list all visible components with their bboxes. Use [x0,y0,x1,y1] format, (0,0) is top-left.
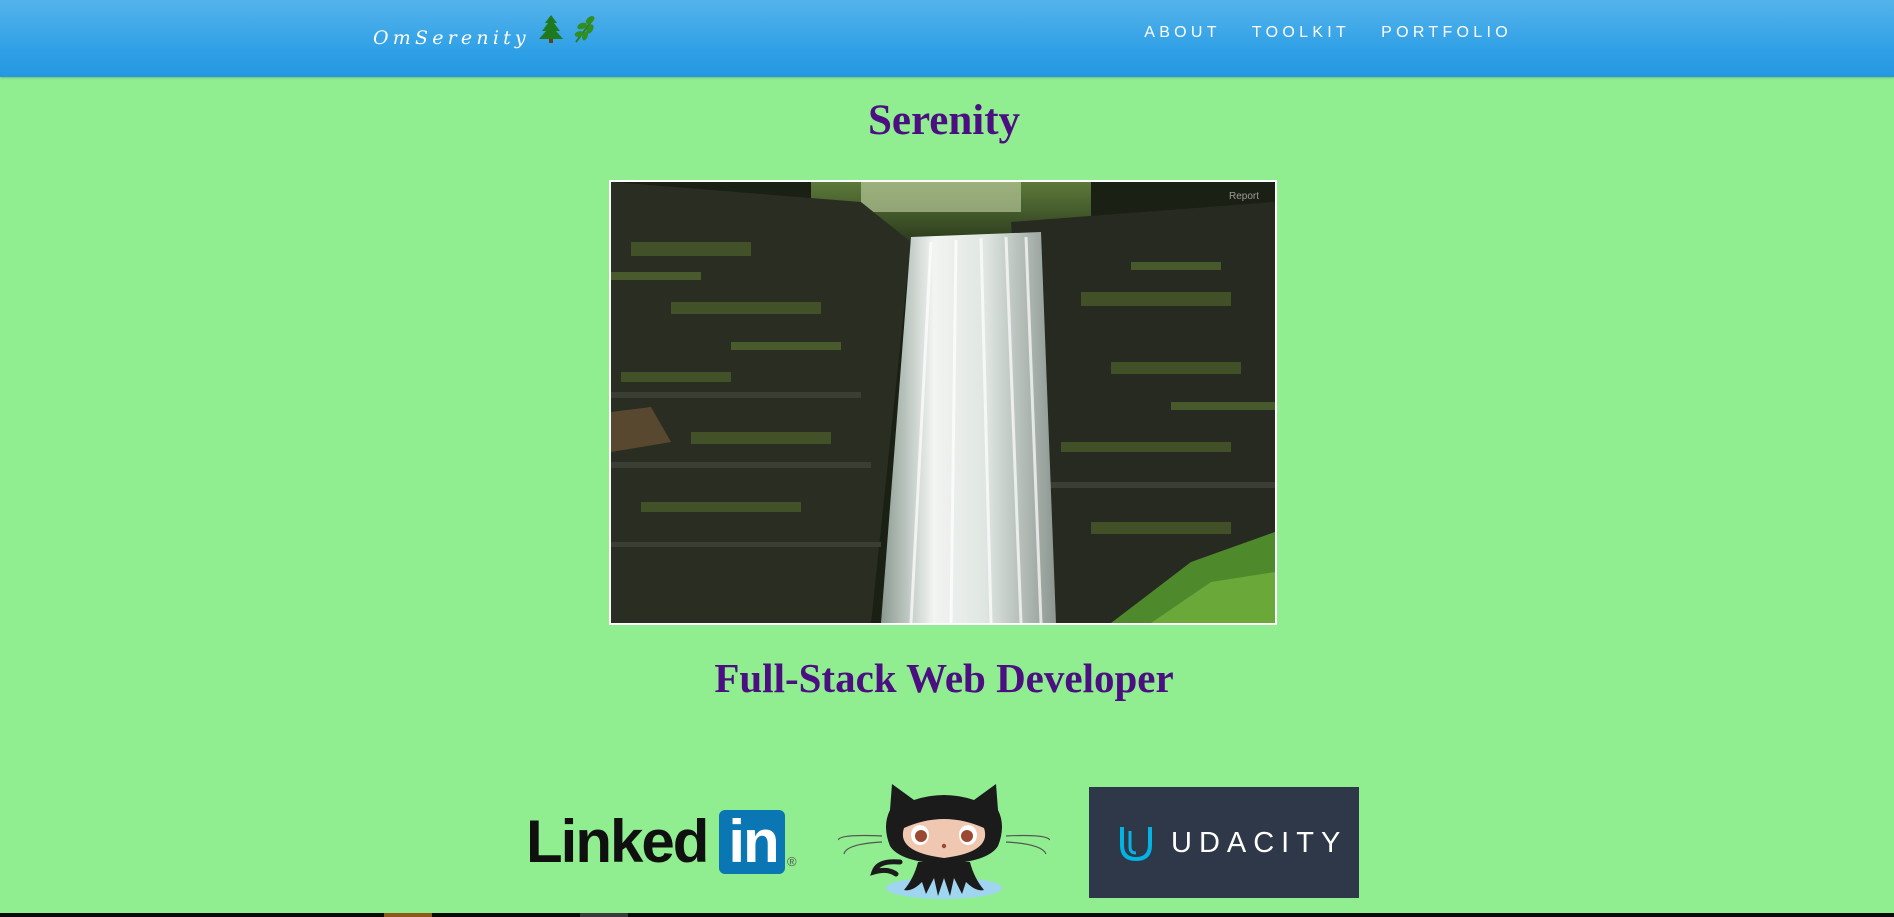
brand-name: OmSerenity [373,26,530,49]
udacity-wordmark: UDACITY [1171,827,1348,859]
nav-link-portfolio[interactable]: PORTFOLIO [1381,24,1512,42]
tree-icon [538,14,564,44]
leaf-icon [572,14,598,44]
top-navbar: OmSerenity ABOUT TOOLKIT PORTFOLIO [0,0,1894,77]
github-octocat-logo [837,784,1051,899]
registered-mark: ® [787,854,797,869]
waterfall-hero-image: Report [609,180,1277,625]
udacity-u-icon [1120,827,1152,861]
github-link[interactable] [837,782,1051,902]
main-nav: ABOUT TOOLKIT PORTFOLIO [1113,24,1512,42]
taskbar-app-indicator[interactable] [384,913,432,917]
page-subtitle: Full-Stack Web Developer [714,655,1174,701]
brand-link[interactable]: OmSerenity [373,10,598,62]
nav-link-about[interactable]: ABOUT [1144,24,1221,42]
linkedin-link[interactable]: Linked in ® [526,808,800,876]
page-title: Serenity [867,97,1021,144]
nav-link-toolkit[interactable]: TOOLKIT [1252,24,1350,42]
taskbar-app-indicator[interactable] [580,913,628,917]
linkedin-wordmark: Linked [526,808,709,875]
os-taskbar [0,913,1894,917]
linkedin-badge-text: in [728,808,779,875]
report-overlay-link[interactable]: Report [1229,191,1259,202]
udacity-link[interactable]: UDACITY [1089,787,1359,898]
